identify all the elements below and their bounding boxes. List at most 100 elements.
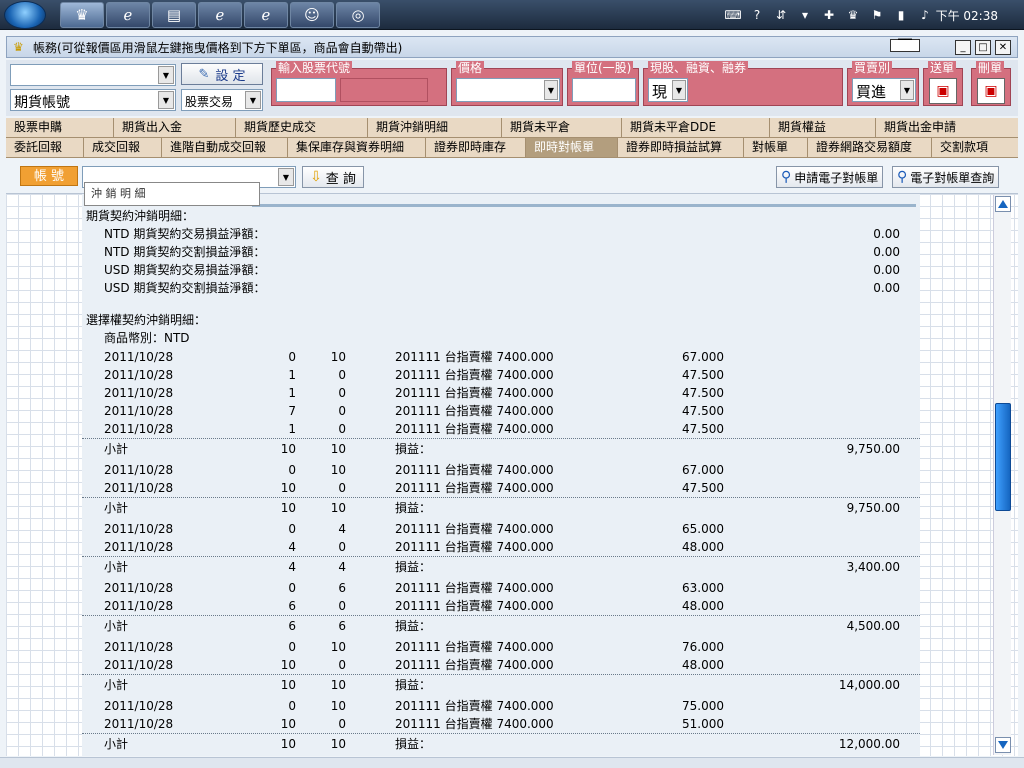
close-button[interactable]: ✕ [995,40,1011,55]
tab-futures-equity[interactable]: 期貨權益 [770,118,876,138]
network-icon[interactable]: ⇵ [772,7,790,23]
crown-icon: ♛ [13,40,24,54]
chevron-down-icon[interactable]: ▼ [544,80,558,100]
pnl-value: 3,400.00 [846,560,900,574]
row-qty-b: 10 [330,640,346,654]
chevron-down-icon[interactable]: ▼ [672,80,686,100]
tab-futures-offset[interactable]: 期貨沖銷明細 [368,118,502,138]
arrow-down-icon: ⇩ [310,169,322,185]
row-qty-a: 1 [288,368,296,382]
tab-custody-inventory[interactable]: 集保庫存與資券明細 [288,138,426,158]
window-title: 帳務(可從報價區用滑鼠左鍵拖曳價格到下方下單區，商品會自動帶出) [33,40,403,55]
tab-settlement[interactable]: 交割款項 [932,138,1018,158]
send-group: 送單 ▣ [923,61,963,106]
subtotal-qty-a: 10 [280,737,296,751]
stock-code-input[interactable] [276,78,336,102]
pnl-value: 12,000.00 [838,737,900,751]
tab-fill-report[interactable]: 成交回報 [84,138,162,158]
chevron-down-icon[interactable]: ▼ [245,91,261,109]
signal-icon[interactable]: ▮ [892,7,910,23]
subtotal-qty-a: 10 [280,442,296,456]
tab-online-quota[interactable]: 證券網路交易額度 [808,138,932,158]
chevron-down-icon[interactable]: ▼ [900,80,914,100]
unit-input[interactable] [572,78,636,102]
pnl-value: 9,750.00 [846,442,900,456]
clock[interactable]: 下午 02:38 [936,7,998,24]
subtotal-qty-b: 10 [330,678,346,692]
flag-icon[interactable]: ⚑ [868,7,886,23]
window-bottom-edge [0,757,1024,768]
tab-realtime-inventory[interactable]: 證券即時庫存 [426,138,526,158]
chevron-down-icon[interactable]: ▼ [278,168,294,186]
folder-icon[interactable]: ▤ [152,2,196,28]
tab-statement[interactable]: 對帳單 [744,138,808,158]
send-order-icon[interactable]: ▣ [929,78,957,104]
account-dropdown-popup[interactable]: 沖 銷 明 細 [84,182,260,206]
tab-realtime-statement[interactable]: 即時對帳單 [526,138,618,158]
tab-advanced-fill-report[interactable]: 進階自動成交回報 [162,138,288,158]
apply-estatement-button[interactable]: ⚲ 申請電子對帳單 [776,166,884,188]
futures-item-value: 0.00 [873,245,900,259]
subtotal-separator [82,733,920,734]
scroll-up-button[interactable] [995,196,1011,212]
row-date: 2011/10/28 [104,350,174,364]
account-type-value: 期貨帳號 [14,95,70,111]
volume-icon[interactable]: ♪ [916,7,934,23]
ie-browser-icon[interactable]: ℯ [198,2,242,28]
messenger-icon[interactable]: ☺ [290,2,334,28]
tab-futures-history[interactable]: 期貨歷史成交 [236,118,368,138]
chevron-down-icon[interactable]: ▼ [158,66,174,84]
subtotal-qty-b: 10 [330,442,346,456]
scroll-thumb[interactable] [995,403,1011,511]
tab-order-report[interactable]: 委託回報 [6,138,84,158]
vertical-scrollbar[interactable] [993,195,1011,755]
row-product: 201111 台指賣權 7400.000 [395,699,554,713]
crown-app-icon[interactable]: ♛ [60,2,104,28]
options-section-title: 選擇權契約沖銷明細： [86,313,207,327]
start-button[interactable] [4,1,46,29]
ie-icon[interactable]: ℯ [106,2,150,28]
chevron-down-icon[interactable]: ▼ [158,91,174,109]
futures-item-label: NTD 期貨契約交易損益淨額： [104,227,266,241]
tab-stock-subscription[interactable]: 股票申購 [6,118,114,138]
help-icon[interactable]: ? [748,7,766,23]
scroll-down-button[interactable] [995,737,1011,753]
subtotal-separator [82,497,920,498]
app-tray-icon[interactable]: ✚ [820,7,838,23]
keyboard-icon[interactable]: ⌨ [724,7,742,23]
pin-button[interactable]: ▔▔ [890,39,920,52]
chevron-down-icon[interactable]: ▾ [796,7,814,23]
query-estatement-button[interactable]: ⚲ 電子對帳單查詢 [892,166,1000,188]
tab-futures-open-dde[interactable]: 期貨未平倉DDE [622,118,770,138]
subtotal-separator [82,674,920,675]
price-input[interactable]: ▼ [456,78,560,102]
tab-futures-withdraw[interactable]: 期貨出金申請 [876,118,1018,138]
tab-futures-open[interactable]: 期貨未平倉 [502,118,622,138]
delete-order-icon[interactable]: ▣ [977,78,1005,104]
taskbar: ♛ ℯ ▤ ℯ ℯ ☺ ◎ ⌨ ? ⇵ ▾ ✚ ♛ ⚑ ▮ ♪ 下午 02:38 [0,0,1024,30]
trade-type-select[interactable]: 股票交易 ▼ [181,89,263,111]
ie-window-icon[interactable]: ℯ [244,2,288,28]
minimize-button[interactable]: _ [955,40,971,55]
row-qty-b: 0 [338,404,346,418]
pnl-label: 損益： [395,560,432,574]
crown-tray-icon[interactable]: ♛ [844,7,862,23]
stock-code-label: 輸入股票代號 [276,61,353,75]
buy-sell-select[interactable]: 買進 ▼ [852,78,916,102]
maximize-button[interactable]: □ [975,40,991,55]
account-type-select[interactable]: 期貨帳號 ▼ [10,89,176,111]
futures-section-title: 期貨契約沖銷明細： [86,209,195,223]
price-label: 價格 [456,61,485,75]
row-qty-a: 1 [288,422,296,436]
tab-realtime-pnl[interactable]: 證券即時損益試算 [618,138,744,158]
account-select[interactable]: ▼ [10,64,176,86]
trade-type-value: 股票交易 [185,95,234,109]
row-qty-b: 0 [338,422,346,436]
query-button[interactable]: ⇩ 查 詢 [302,166,364,188]
row-date: 2011/10/28 [104,640,174,654]
media-icon[interactable]: ◎ [336,2,380,28]
margin-select[interactable]: 現 ▼ [648,78,688,102]
tab-futures-transfer[interactable]: 期貨出入金 [114,118,236,138]
set-button[interactable]: ✎ 設 定 [181,63,263,85]
popup-item[interactable]: 沖 銷 明 細 [91,187,146,200]
